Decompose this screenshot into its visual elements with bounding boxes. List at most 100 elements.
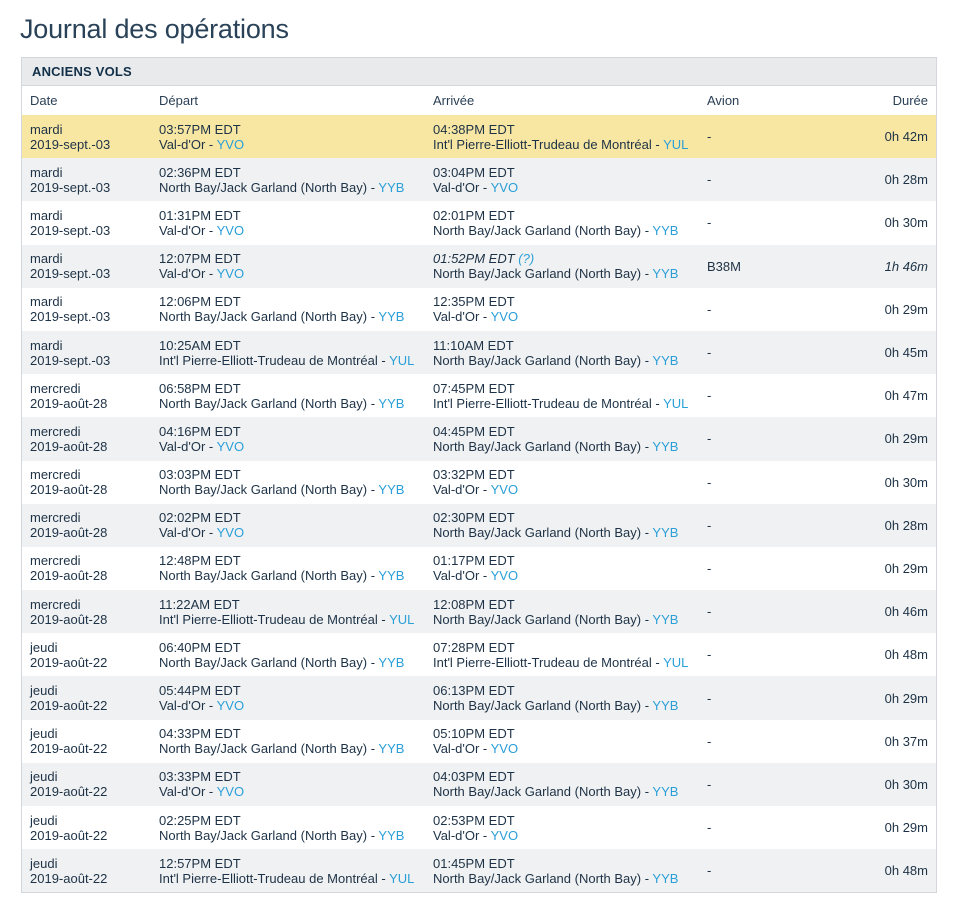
arrival-airport[interactable]: North Bay/Jack Garland (North Bay) - <box>433 353 652 368</box>
table-row[interactable]: jeudi 2019-août-22 12:57PM EDT Int'l Pierre… <box>22 849 936 893</box>
arrival-airport-code[interactable]: YYB <box>652 698 678 713</box>
departure-airport-code[interactable]: YVO <box>217 525 244 540</box>
arrival-airport[interactable]: North Bay/Jack Garland (North Bay) - <box>433 612 652 627</box>
arrival-airport-code[interactable]: YUL <box>663 137 688 152</box>
arrival-airport[interactable]: Val-d'Or - <box>433 309 491 324</box>
column-header-duration[interactable]: Durée <box>827 93 936 108</box>
table-row[interactable]: mardi 2019-sept.-03 02:36PM EDT North Bay/J… <box>22 158 936 202</box>
departure-airport[interactable]: Int'l Pierre-Elliott-Trudeau de Montréal… <box>159 871 389 886</box>
arrival-airport[interactable]: Val-d'Or - <box>433 828 491 843</box>
arrival-airport-code[interactable]: YYB <box>652 525 678 540</box>
departure-airport[interactable]: Val-d'Or - <box>159 525 217 540</box>
arrival-airport-code[interactable]: YYB <box>652 223 678 238</box>
arrival-airport[interactable]: Val-d'Or - <box>433 180 491 195</box>
table-row[interactable]: mardi 2019-sept.-03 12:07PM EDT Val-d'Or - … <box>22 244 936 288</box>
departure-airport[interactable]: North Bay/Jack Garland (North Bay) - <box>159 568 378 583</box>
column-header-date[interactable]: Date <box>22 93 159 108</box>
day-label: jeudi <box>30 855 58 871</box>
arrival-airport-code[interactable]: YUL <box>663 396 688 411</box>
table-row[interactable]: mercredi 2019-août-28 04:16PM EDT Val-d'Or … <box>22 417 936 461</box>
departure-airport[interactable]: North Bay/Jack Garland (North Bay) - <box>159 482 378 497</box>
departure-airport-code[interactable]: YVO <box>217 784 244 799</box>
departure-airport-code[interactable]: YYB <box>378 180 404 195</box>
departure-airport-code[interactable]: YYB <box>378 309 404 324</box>
departure-airport-code[interactable]: YUL <box>389 353 414 368</box>
arrival-airport-code[interactable]: YVO <box>491 482 518 497</box>
departure-airport-code[interactable]: YYB <box>378 396 404 411</box>
departure-airport[interactable]: North Bay/Jack Garland (North Bay) - <box>159 180 378 195</box>
departure-airport-code[interactable]: YYB <box>378 828 404 843</box>
table-row[interactable]: mercredi 2019-août-28 06:58PM EDT North Bay… <box>22 374 936 418</box>
table-row[interactable]: mardi 2019-sept.-03 03:57PM EDT Val-d'Or - … <box>22 115 936 159</box>
arrival-airport-code[interactable]: YVO <box>491 741 518 756</box>
departure-airport[interactable]: Val-d'Or - <box>159 223 217 238</box>
arrival-airport-code[interactable]: YYB <box>652 784 678 799</box>
departure-airport[interactable]: Val-d'Or - <box>159 266 217 281</box>
day-label: mercredi <box>30 553 81 569</box>
table-row[interactable]: mercredi 2019-août-28 03:03PM EDT North Bay… <box>22 460 936 504</box>
departure-airport[interactable]: Val-d'Or - <box>159 439 217 454</box>
departure-airport-code[interactable]: YYB <box>378 482 404 497</box>
departure-airport[interactable]: Val-d'Or - <box>159 784 217 799</box>
table-row[interactable]: jeudi 2019-août-22 04:33PM EDT North Bay/Ja… <box>22 719 936 763</box>
departure-airport-code[interactable]: YUL <box>389 612 414 627</box>
departure-airport-code[interactable]: YUL <box>389 871 414 886</box>
arrival-airport[interactable]: North Bay/Jack Garland (North Bay) - <box>433 439 652 454</box>
departure-airport[interactable]: North Bay/Jack Garland (North Bay) - <box>159 828 378 843</box>
arrival-airport[interactable]: Int'l Pierre-Elliott-Trudeau de Montréal… <box>433 137 663 152</box>
column-header-aircraft[interactable]: Avion <box>707 93 827 108</box>
table-row[interactable]: mercredi 2019-août-28 12:48PM EDT North Bay… <box>22 546 936 591</box>
departure-airport-code[interactable]: YYB <box>378 568 404 583</box>
departure-airport-code[interactable]: YVO <box>217 439 244 454</box>
departure-airport-code[interactable]: YYB <box>378 741 404 756</box>
departure-airport-code[interactable]: YVO <box>217 698 244 713</box>
arrival-airport-code[interactable]: YYB <box>652 439 678 454</box>
arrival-airport-code[interactable]: YYB <box>652 612 678 627</box>
departure-airport-code[interactable]: YVO <box>217 223 244 238</box>
departure-airport[interactable]: North Bay/Jack Garland (North Bay) - <box>159 309 378 324</box>
departure-airport[interactable]: North Bay/Jack Garland (North Bay) - <box>159 396 378 411</box>
departure-airport[interactable]: North Bay/Jack Garland (North Bay) - <box>159 655 378 670</box>
arrival-airport-code[interactable]: YYB <box>652 353 678 368</box>
estimated-time-help-link[interactable]: (?) <box>518 251 534 266</box>
departure-airport[interactable]: Int'l Pierre-Elliott-Trudeau de Montréal… <box>159 353 389 368</box>
arrival-airport[interactable]: North Bay/Jack Garland (North Bay) - <box>433 525 652 540</box>
departure-airport-code[interactable]: YYB <box>378 655 404 670</box>
table-row[interactable]: mardi 2019-sept.-03 01:31PM EDT Val-d'Or - … <box>22 201 936 245</box>
departure-airport[interactable]: Int'l Pierre-Elliott-Trudeau de Montréal… <box>159 612 389 627</box>
arrival-airport[interactable]: Val-d'Or - <box>433 741 491 756</box>
arrival-airport-code[interactable]: YVO <box>491 180 518 195</box>
table-row[interactable]: mercredi 2019-août-28 02:02PM EDT Val-d'Or … <box>22 503 936 547</box>
table-row[interactable]: mardi 2019-sept.-03 12:06PM EDT North Bay/J… <box>22 287 936 331</box>
column-header-arrival[interactable]: Arrivée <box>433 93 707 108</box>
departure-airport[interactable]: Val-d'Or - <box>159 698 217 713</box>
departure-cell: 04:33PM EDT North Bay/Jack Garland (North… <box>159 726 433 756</box>
table-row[interactable]: jeudi 2019-août-22 06:40PM EDT North Bay/Ja… <box>22 633 936 677</box>
departure-airport[interactable]: Val-d'Or - <box>159 137 217 152</box>
departure-airport-code[interactable]: YVO <box>217 137 244 152</box>
arrival-airport[interactable]: Int'l Pierre-Elliott-Trudeau de Montréal… <box>433 655 663 670</box>
table-row[interactable]: mardi 2019-sept.-03 10:25AM EDT Int'l Pierr… <box>22 330 936 375</box>
arrival-airport-code[interactable]: YYB <box>652 871 678 886</box>
table-row[interactable]: mercredi 2019-août-28 11:22AM EDT Int'l Pie… <box>22 590 936 634</box>
departure-airport-code[interactable]: YVO <box>217 266 244 281</box>
departure-airport-line: Int'l Pierre-Elliott-Trudeau de Montréal… <box>159 871 433 886</box>
arrival-airport-code[interactable]: YVO <box>491 568 518 583</box>
arrival-airport[interactable]: North Bay/Jack Garland (North Bay) - <box>433 266 652 281</box>
table-row[interactable]: jeudi 2019-août-22 02:25PM EDT North Bay/Ja… <box>22 806 936 850</box>
arrival-airport-code[interactable]: YYB <box>652 266 678 281</box>
departure-airport[interactable]: North Bay/Jack Garland (North Bay) - <box>159 741 378 756</box>
arrival-airport-code[interactable]: YUL <box>663 655 688 670</box>
arrival-airport[interactable]: Val-d'Or - <box>433 482 491 497</box>
table-row[interactable]: jeudi 2019-août-22 03:33PM EDT Val-d'Or - Y… <box>22 762 936 806</box>
arrival-airport-code[interactable]: YVO <box>491 309 518 324</box>
table-row[interactable]: jeudi 2019-août-22 05:44PM EDT Val-d'Or - Y… <box>22 676 936 720</box>
arrival-airport[interactable]: North Bay/Jack Garland (North Bay) - <box>433 871 652 886</box>
arrival-airport-code[interactable]: YVO <box>491 828 518 843</box>
column-header-departure[interactable]: Départ <box>159 93 433 108</box>
arrival-airport[interactable]: North Bay/Jack Garland (North Bay) - <box>433 223 652 238</box>
arrival-airport[interactable]: Int'l Pierre-Elliott-Trudeau de Montréal… <box>433 396 663 411</box>
arrival-airport[interactable]: Val-d'Or - <box>433 568 491 583</box>
arrival-airport[interactable]: North Bay/Jack Garland (North Bay) - <box>433 698 652 713</box>
arrival-airport[interactable]: North Bay/Jack Garland (North Bay) - <box>433 784 652 799</box>
